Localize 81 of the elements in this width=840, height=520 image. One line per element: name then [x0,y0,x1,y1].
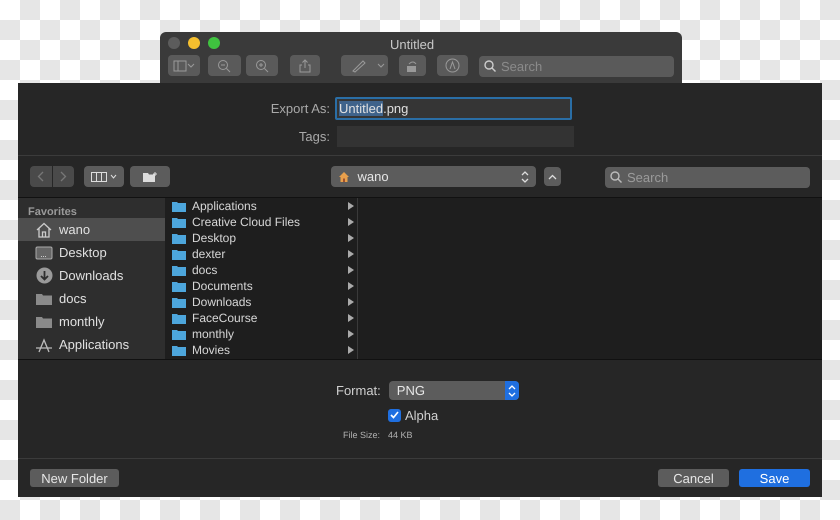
sidebar-item[interactable]: Applications [18,333,165,356]
cancel-button[interactable]: Cancel [658,469,729,487]
export-as-label: Export As: [270,100,330,118]
home-icon [338,170,350,182]
sidebar-item[interactable]: docs [18,287,165,310]
folder-row[interactable]: Creative Cloud Files [165,214,357,230]
folder-row[interactable]: Applications [165,198,357,214]
folder-icon [172,344,186,356]
folder-icon [172,200,186,212]
back-button[interactable] [30,166,52,187]
share-button[interactable] [290,55,320,76]
alpha-label: Alpha [405,406,438,425]
minimize-button[interactable] [188,37,200,49]
download-icon [36,267,52,284]
rotate-button[interactable] [398,55,426,76]
folder-icon [172,328,186,340]
sidebar-item[interactable]: Desktop [18,241,165,264]
columns-icon [91,172,108,182]
chevron-up-icon [548,174,558,180]
caret-icon [377,63,386,68]
caret-icon [110,174,118,179]
pen-icon [351,58,368,72]
folder-row[interactable]: Desktop [165,230,357,246]
tags-label: Tags: [298,128,330,146]
folder-icon [172,248,186,260]
alpha-checkbox[interactable] [388,408,401,422]
zoom-out-icon [217,58,232,72]
search-icon [610,170,622,182]
folder-icon [172,296,186,308]
folder-icon [172,312,186,324]
format-label: Format: [336,382,381,400]
filename-field[interactable]: Untitled.png [335,97,572,120]
sidebar-item[interactable]: Downloads [18,264,165,287]
window-title: Untitled [390,36,434,54]
new-folder-icon-button[interactable] [130,166,170,187]
zoom-in-button[interactable] [246,55,278,76]
folder-row[interactable]: monthly [165,326,357,342]
folder-icon [172,216,186,228]
zoom-out-button[interactable] [208,55,241,76]
sidebar-toggle-button[interactable] [168,55,200,76]
filename-text: Untitled.png [339,100,408,118]
view-button[interactable] [84,166,124,187]
folder-icon [172,280,186,292]
share-icon [298,58,311,72]
folder-icon [35,314,53,328]
sidebar-item[interactable]: wano [18,218,165,241]
save-button[interactable]: Save [739,469,810,487]
new-folder-button[interactable]: New Folder [30,469,119,487]
house-icon [35,222,53,238]
sidebar-icon [172,60,195,72]
location-popup[interactable]: wano [330,166,536,187]
folder-row[interactable]: dexter [165,246,357,262]
file-size-label: File Size: [343,429,380,442]
folder-plus-icon [142,170,158,182]
updown-icon [521,170,530,182]
folder-row[interactable]: Downloads [165,294,357,310]
chevron-left-icon [37,171,44,182]
folder-icon [172,232,186,244]
sidebar-heading: Favorites [27,205,78,218]
folder-row[interactable]: Documents [165,278,357,294]
format-popup[interactable]: PNG [388,381,519,400]
folder-row[interactable]: Movies [165,342,357,358]
zoom-in-icon [254,58,269,72]
markup-button[interactable] [341,55,388,76]
search-field[interactable]: Search [604,167,810,188]
folder-icon [35,292,53,306]
zoom-button[interactable] [208,37,220,49]
search-icon [484,60,496,72]
expand-button[interactable] [544,167,561,186]
annotate-button[interactable] [437,55,468,76]
app-store-icon [35,336,53,352]
updown-icon [504,381,519,400]
display-icon [35,246,53,260]
sidebar-item[interactable]: monthly [18,310,165,333]
file-size-value: 44 KB [388,429,413,442]
forward-button[interactable] [52,166,74,187]
folder-row[interactable]: docs [165,262,357,278]
pen-circle-icon [445,58,460,73]
chevron-right-icon [60,171,68,182]
folder-icon [172,264,186,276]
folder-row[interactable]: FaceCourse [165,310,357,326]
